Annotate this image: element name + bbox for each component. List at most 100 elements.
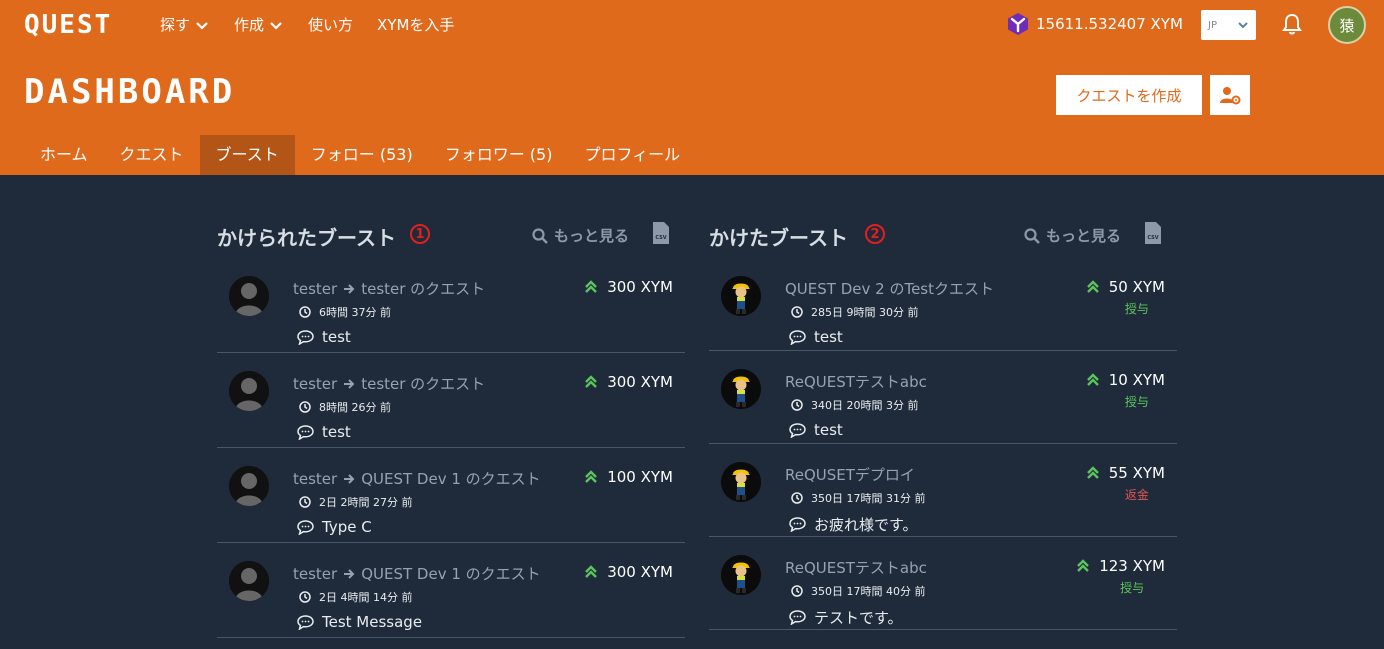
- boost-title[interactable]: tester tester のクエスト: [293, 278, 485, 299]
- boost-amount-value: 50 XYM: [1108, 278, 1165, 296]
- boost-row[interactable]: QUEST Dev 2 のTestクエスト 285日 9時間 30分 前 tes…: [709, 258, 1177, 351]
- quest-avatar[interactable]: [721, 369, 761, 409]
- received-more-link[interactable]: もっと見る: [532, 225, 629, 246]
- comment-icon: [297, 329, 314, 345]
- dashboard-tabs: ホーム クエスト ブースト フォロー (53) フォロワー (5) プロフィール: [24, 135, 696, 175]
- tab-home[interactable]: ホーム: [24, 135, 104, 175]
- boost-title[interactable]: QUEST Dev 2 のTestクエスト: [785, 278, 994, 299]
- tab-boost[interactable]: ブースト: [199, 135, 295, 175]
- boost-row[interactable]: tester tester のクエスト 6時間 37分 前 test 300 X…: [217, 258, 685, 353]
- user-avatar-text: 猿: [1339, 16, 1355, 35]
- double-chevron-up-icon: [585, 280, 598, 293]
- boost-amount-value: 300 XYM: [607, 563, 673, 581]
- boost-row[interactable]: tester QUEST Dev 1 のクエスト 2日 4時間 14分 前 Te…: [217, 543, 685, 638]
- tab-profile[interactable]: プロフィール: [568, 135, 696, 175]
- nav-create[interactable]: 作成: [234, 14, 284, 35]
- tab-following[interactable]: フォロー (53): [295, 135, 429, 175]
- worker-mascot-icon: [721, 462, 761, 502]
- boost-message-text: Test Message: [322, 613, 423, 631]
- double-chevron-up-icon: [1086, 373, 1099, 386]
- user-avatar[interactable]: 猿: [1328, 6, 1366, 44]
- user-avatar[interactable]: [229, 466, 269, 506]
- boost-title[interactable]: tester QUEST Dev 1 のクエスト: [293, 563, 541, 584]
- quest-avatar[interactable]: [721, 462, 761, 502]
- language-select[interactable]: JP: [1201, 10, 1256, 40]
- boost-time: 350日 17時間 40分 前: [791, 583, 925, 599]
- panel-header: かけられたブースト 1 もっと見る CSV: [217, 210, 685, 258]
- boost-quest[interactable]: ReQUESTテストabc: [785, 371, 927, 392]
- boost-time-text: 350日 17時間 40分 前: [811, 585, 926, 598]
- boost-time-text: 340日 20時間 3分 前: [811, 399, 919, 412]
- boost-row[interactable]: ReQUESTテストabc 340日 20時間 3分 前 test 10 XYM…: [709, 351, 1177, 444]
- comment-icon: [297, 519, 314, 535]
- chevron-down-icon: [1238, 22, 1248, 29]
- boost-title[interactable]: ReQUSETデプロイ: [785, 464, 915, 485]
- given-more-label: もっと見る: [1046, 227, 1122, 245]
- comment-icon: [789, 422, 806, 438]
- boost-from[interactable]: tester: [293, 470, 337, 488]
- boost-amount-value: 10 XYM: [1108, 371, 1165, 389]
- clock-icon: [791, 399, 803, 411]
- boost-message-text: Type C: [322, 518, 372, 536]
- boost-quest[interactable]: ReQUESTテストabc: [785, 557, 927, 578]
- boost-quest[interactable]: tester のクエスト: [361, 278, 485, 299]
- csv-download-icon[interactable]: CSV: [1145, 222, 1161, 244]
- boost-row[interactable]: ReQUSETデプロイ 350日 17時間 31分 前 お疲れ様です。 55 X…: [709, 444, 1177, 537]
- clock-icon: [791, 306, 803, 318]
- profile-settings-button[interactable]: [1210, 75, 1250, 115]
- boost-title[interactable]: ReQUESTテストabc: [785, 371, 927, 392]
- user-avatar[interactable]: [229, 371, 269, 411]
- boost-time: 2日 4時間 14分 前: [299, 589, 412, 605]
- boost-title[interactable]: tester tester のクエスト: [293, 373, 485, 394]
- arrow-right-icon: [344, 378, 355, 389]
- user-avatar[interactable]: [229, 561, 269, 601]
- chevron-down-icon: [270, 21, 282, 30]
- tab-followers[interactable]: フォロワー (5): [429, 135, 569, 175]
- boost-row[interactable]: tester QUEST Dev 1 のクエスト 2日 2時間 27分 前 Ty…: [217, 448, 685, 543]
- boost-status-badge: 授与: [1124, 395, 1149, 409]
- boost-title[interactable]: tester QUEST Dev 1 のクエスト: [293, 468, 541, 489]
- double-chevron-up-icon: [1086, 466, 1099, 479]
- boost-message: test: [297, 328, 351, 346]
- boost-quest[interactable]: tester のクエスト: [361, 373, 485, 394]
- wallet-balance[interactable]: 15611.532407 XYM: [1006, 12, 1183, 36]
- boost-message-text: test: [322, 328, 351, 346]
- boost-quest[interactable]: QUEST Dev 1 のクエスト: [361, 468, 540, 489]
- boost-from[interactable]: tester: [293, 565, 337, 583]
- tab-quests[interactable]: クエスト: [104, 135, 200, 175]
- svg-text:CSV: CSV: [655, 235, 666, 241]
- csv-download-icon[interactable]: CSV: [653, 222, 669, 244]
- user-avatar[interactable]: [229, 276, 269, 316]
- boost-time: 6時間 37分 前: [299, 304, 391, 320]
- arrow-right-icon: [344, 283, 355, 294]
- create-quest-button[interactable]: クエストを作成: [1056, 75, 1202, 115]
- boost-quest[interactable]: ReQUSETデプロイ: [785, 464, 915, 485]
- main-nav: 探す 作成 使い方 XYMを入手: [160, 14, 454, 35]
- app-logo[interactable]: QUEST: [24, 10, 112, 40]
- bell-icon[interactable]: [1282, 13, 1302, 35]
- chevron-down-icon: [196, 21, 208, 30]
- boost-title[interactable]: ReQUESTテストabc: [785, 557, 927, 578]
- boost-amount: 10 XYM: [1086, 371, 1165, 389]
- quest-avatar[interactable]: [721, 555, 761, 595]
- boost-from[interactable]: tester: [293, 375, 337, 393]
- given-more-link[interactable]: もっと見る: [1024, 225, 1121, 246]
- nav-get-xym[interactable]: XYMを入手: [377, 14, 454, 35]
- given-boosts-panel: かけたブースト 2 もっと見る CSV QUEST Dev 2 のTestクエス…: [709, 210, 1177, 630]
- quest-avatar[interactable]: [721, 276, 761, 316]
- double-chevron-up-icon: [585, 470, 598, 483]
- boost-message-text: お疲れ様です。: [814, 516, 918, 534]
- clock-icon: [299, 306, 311, 318]
- boost-row[interactable]: tester tester のクエスト 8時間 26分 前 test 300 X…: [217, 353, 685, 448]
- boost-quest[interactable]: QUEST Dev 1 のクエスト: [361, 563, 540, 584]
- boost-quest[interactable]: QUEST Dev 2 のTestクエスト: [785, 278, 994, 299]
- boost-row[interactable]: ReQUESTテストabc 350日 17時間 40分 前 テストです。 123…: [709, 537, 1177, 630]
- boost-from[interactable]: tester: [293, 280, 337, 298]
- nav-howto[interactable]: 使い方: [308, 14, 353, 35]
- search-icon: [1024, 227, 1040, 244]
- boost-time-text: 2日 4時間 14分 前: [319, 591, 413, 604]
- boost-time-text: 8時間 26分 前: [319, 401, 391, 414]
- top-header: QUEST 探す 作成 使い方 XYMを入手 15611.532407 XYM …: [0, 0, 1384, 175]
- nav-search[interactable]: 探す: [160, 14, 210, 35]
- boost-amount: 300 XYM: [585, 563, 673, 581]
